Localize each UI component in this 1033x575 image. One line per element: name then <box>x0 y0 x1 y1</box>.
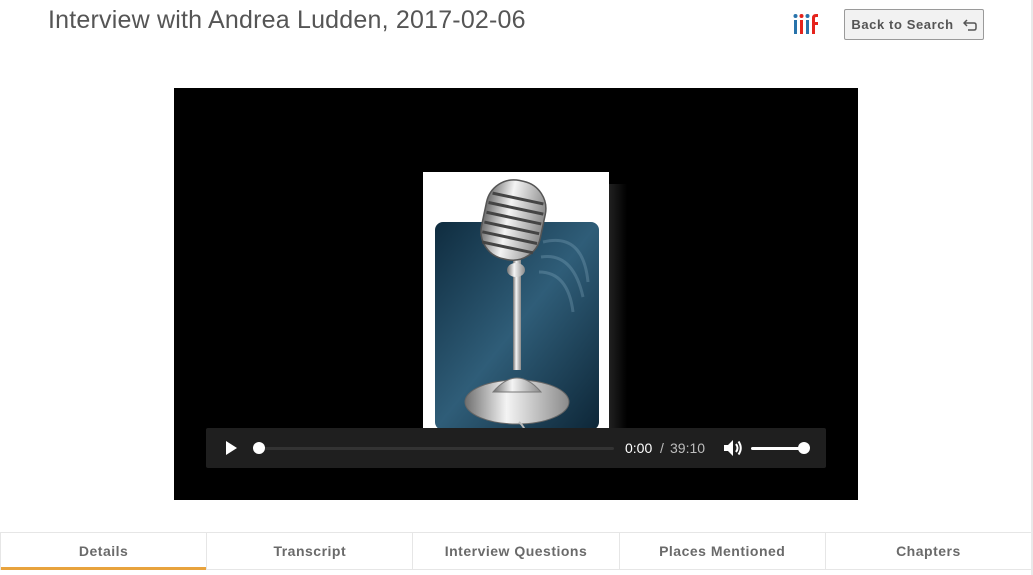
seek-bar[interactable] <box>258 447 614 450</box>
seek-handle[interactable] <box>253 442 265 454</box>
tab-interview-questions[interactable]: Interview Questions <box>412 533 618 569</box>
return-arrow-icon <box>962 18 977 31</box>
time-separator: / <box>660 440 664 456</box>
player-controls: 0:00 / 39:10 <box>206 428 826 468</box>
poster-image <box>423 172 609 449</box>
back-to-search-label: Back to Search <box>851 17 954 32</box>
volume-handle[interactable] <box>798 442 810 454</box>
media-player[interactable]: 0:00 / 39:10 <box>174 88 858 500</box>
tab-places-mentioned[interactable]: Places Mentioned <box>618 533 825 569</box>
back-to-search-button[interactable]: Back to Search <box>844 9 984 40</box>
current-time: 0:00 <box>625 440 653 456</box>
play-icon[interactable] <box>223 440 239 456</box>
duration: 39:10 <box>670 440 706 456</box>
iiif-logo-icon[interactable] <box>793 13 819 35</box>
tab-details[interactable]: Details <box>0 533 207 570</box>
poster-shadow <box>609 184 627 448</box>
tab-bar: Details Transcript Interview Questions P… <box>0 532 1031 570</box>
tab-transcript[interactable]: Transcript <box>206 533 412 569</box>
volume-icon[interactable] <box>723 439 743 457</box>
tab-chapters[interactable]: Chapters <box>824 533 1031 569</box>
microphone-icon <box>435 179 599 449</box>
page-title: Interview with Andrea Ludden, 2017-02-06 <box>48 6 526 34</box>
